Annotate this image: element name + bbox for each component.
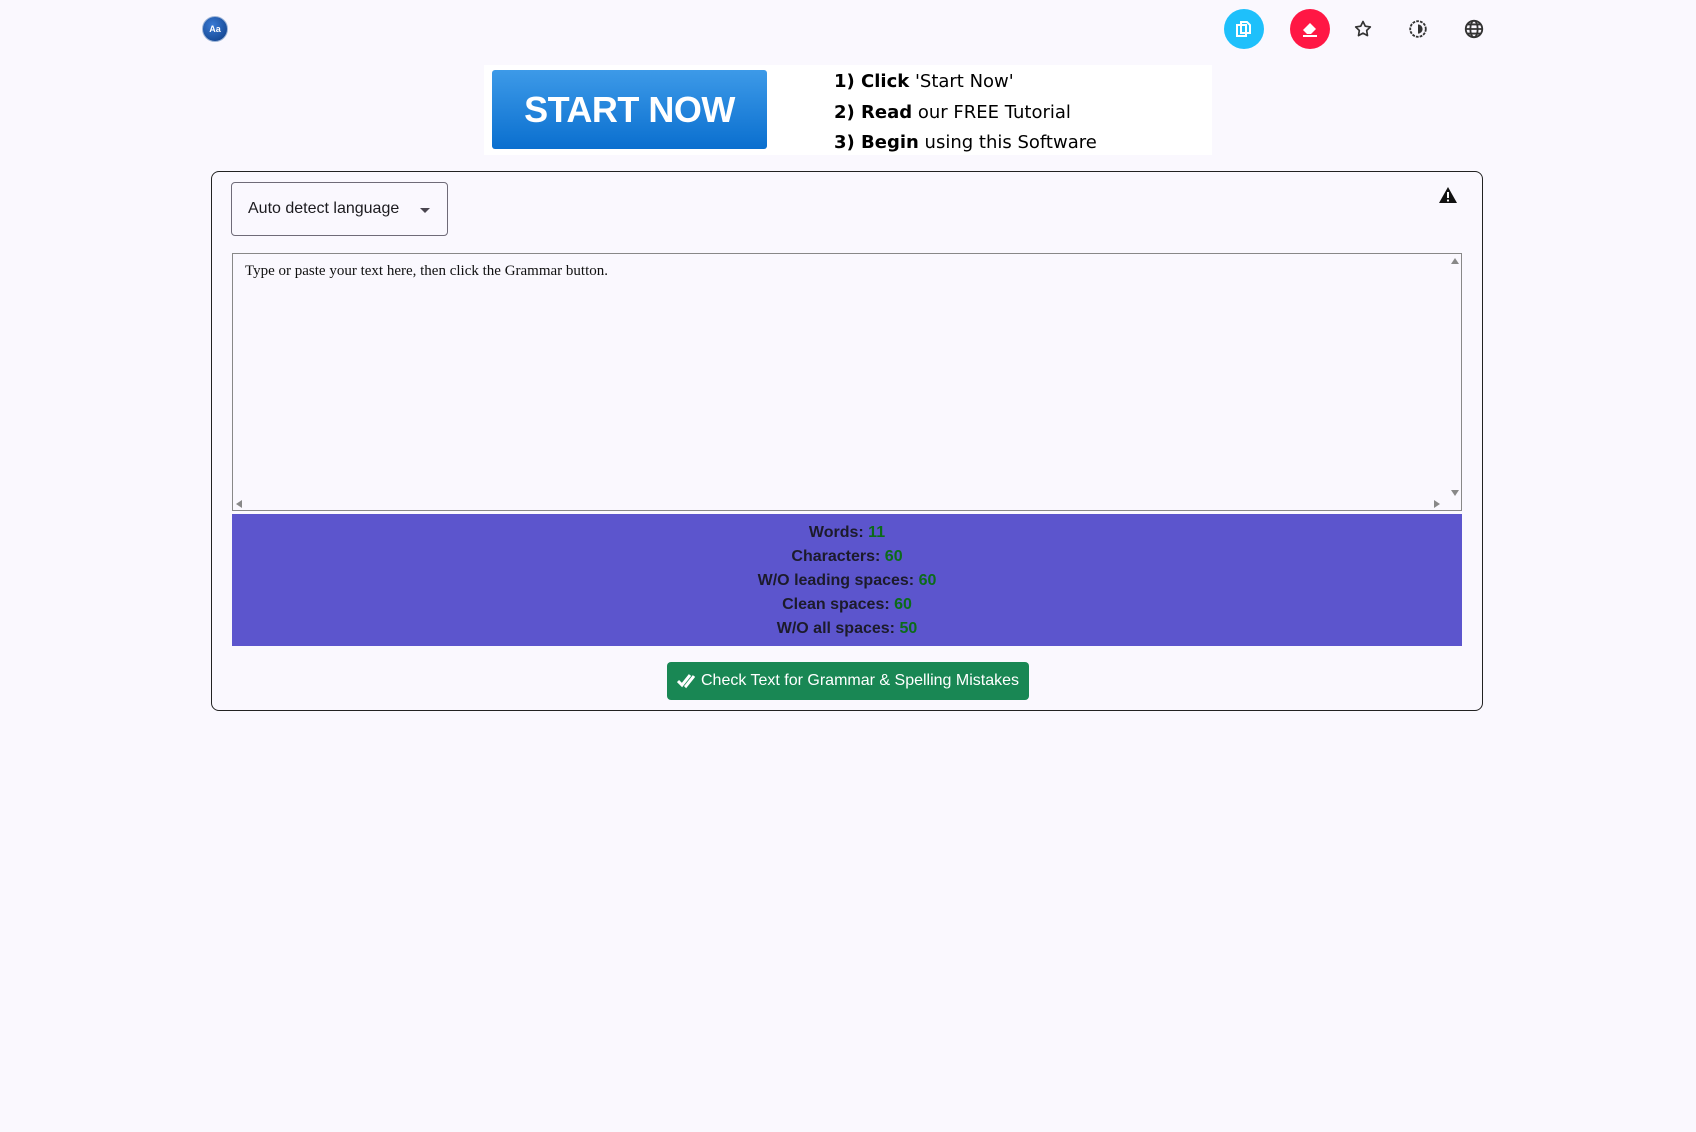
editor-card: Auto detect language Words: 11 Character… [211, 171, 1483, 711]
eraser-icon [1303, 23, 1317, 37]
stat-characters: Characters: 60 [791, 548, 903, 565]
banner-steps: 1) Click 'Start Now' 2) Read our FREE Tu… [834, 67, 1097, 159]
banner-step: 2) Read our FREE Tutorial [834, 101, 1071, 123]
favorite-button[interactable] [1347, 13, 1379, 45]
language-button[interactable] [1458, 13, 1490, 45]
warning-icon [1439, 187, 1457, 203]
copy-button[interactable] [1224, 9, 1264, 49]
theme-toggle-button[interactable] [1402, 13, 1434, 45]
banner-step: 3) Begin using this Software [834, 132, 1097, 153]
scrollbar[interactable] [1448, 254, 1462, 496]
stat-without-leading-spaces: W/O leading spaces: 60 [757, 572, 937, 589]
text-input[interactable] [232, 253, 1462, 511]
clear-button[interactable] [1290, 9, 1330, 49]
app-logo[interactable]: Aa [202, 16, 228, 42]
theme-icon [1409, 20, 1427, 38]
copy-icon [1236, 21, 1251, 37]
report-button[interactable] [1438, 186, 1458, 209]
scroll-up-icon[interactable] [1451, 258, 1459, 264]
check-grammar-button[interactable]: Check Text for Grammar & Spelling Mistak… [667, 662, 1029, 700]
scroll-left-icon[interactable] [236, 500, 242, 508]
globe-icon [1464, 19, 1484, 39]
chevron-down-icon [420, 208, 430, 213]
text-stats-panel: Words: 11 Characters: 60 W/O leading spa… [232, 514, 1462, 646]
start-now-button[interactable]: START NOW [492, 70, 767, 149]
stat-without-all-spaces: W/O all spaces: 50 [776, 620, 918, 637]
scroll-right-icon[interactable] [1434, 500, 1440, 508]
banner-step: 1) Click 'Start Now' [834, 71, 1014, 92]
ad-banner[interactable]: START NOW 1) Click 'Start Now' 2) Read o… [484, 65, 1212, 155]
language-select[interactable]: Auto detect language [231, 182, 448, 236]
star-icon [1354, 20, 1372, 37]
double-check-icon [676, 674, 695, 689]
scroll-down-icon[interactable] [1451, 490, 1459, 496]
stat-words: Words: 11 [808, 524, 886, 541]
stat-clean-spaces: Clean spaces: 60 [782, 596, 912, 613]
